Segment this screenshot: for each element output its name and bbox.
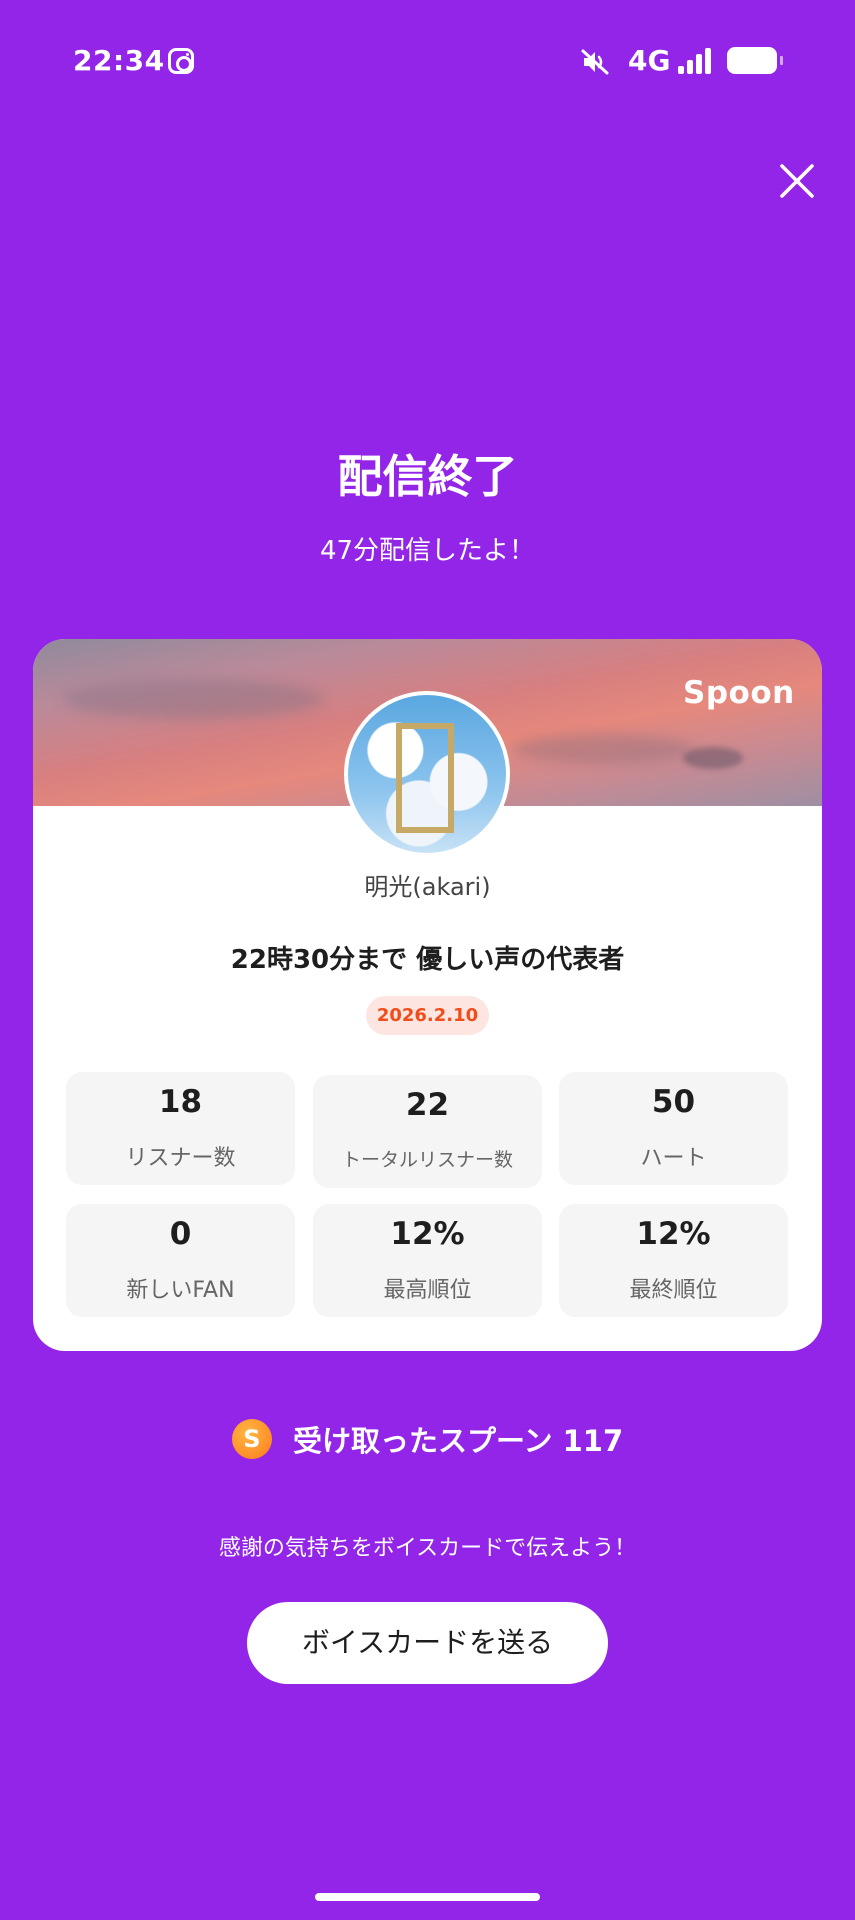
date-badge: 2026.2.10	[366, 996, 489, 1035]
stat-label: トータルリスナー数	[341, 1149, 513, 1171]
stat-highest-rank: 12% 最高順位	[313, 1204, 542, 1317]
broadcast-summary-card: Spoon 明光(akari) 22時30分まで 優しい声の代表者 2026.2…	[33, 639, 822, 1351]
received-spoons-text: 受け取ったスプーン 117	[292, 1424, 624, 1458]
voice-card-prompt: 感謝の気持ちをボイスカードで伝えよう！	[218, 1536, 637, 1561]
stat-final-rank: 12% 最終順位	[559, 1204, 788, 1317]
stat-label: 最高順位	[383, 1278, 472, 1303]
status-time: 22:34	[73, 44, 165, 77]
avatar	[344, 691, 510, 857]
home-indicator[interactable]	[315, 1893, 540, 1901]
stat-new-fans: 0 新しいFAN	[66, 1204, 295, 1317]
mute-icon	[581, 49, 609, 75]
spoon-coin-icon: S	[231, 1419, 272, 1459]
instagram-icon	[168, 48, 194, 74]
close-button[interactable]	[776, 160, 818, 202]
stat-hearts: 50 ハート	[559, 1072, 788, 1185]
stat-total-listeners: 22 トータルリスナー数	[313, 1075, 542, 1188]
battery-icon	[727, 47, 783, 74]
stat-value: 12%	[636, 1216, 711, 1252]
broadcast-duration: 47分配信したよ！	[319, 536, 536, 566]
screen: 22:34 4G 配信終了 47分配信したよ！ Spoon 明光(akari)	[0, 0, 855, 1920]
stat-value: 22	[405, 1087, 450, 1123]
stat-label: 最終順位	[629, 1278, 718, 1303]
status-bar: 22:34 4G	[0, 0, 855, 120]
page-title: 配信終了	[337, 450, 518, 503]
stat-label: ハート	[640, 1146, 707, 1171]
signal-icon	[678, 48, 714, 74]
received-spoons: S 受け取ったスプーン 117	[0, 1418, 855, 1466]
stat-label: リスナー数	[125, 1146, 236, 1171]
stat-label: 新しいFAN	[126, 1278, 235, 1303]
spoon-logo: Spoon	[683, 675, 795, 711]
send-voice-card-button[interactable]: ボイスカードを送る	[247, 1602, 608, 1684]
stat-listeners: 18 リスナー数	[66, 1072, 295, 1185]
stat-value: 12%	[390, 1216, 465, 1252]
broadcast-title: 22時30分まで 優しい声の代表者	[230, 945, 625, 975]
network-type: 4G	[628, 44, 671, 77]
username: 明光(akari)	[364, 873, 491, 901]
stat-value: 50	[651, 1084, 696, 1120]
stat-value: 0	[169, 1216, 192, 1252]
stat-value: 18	[158, 1084, 203, 1120]
